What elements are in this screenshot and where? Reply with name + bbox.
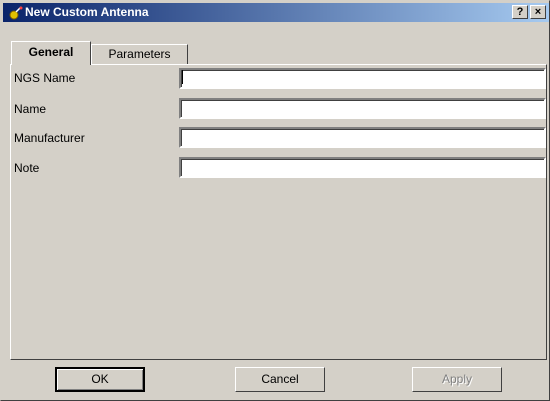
- manufacturer-label: Manufacturer: [14, 131, 85, 145]
- tab-parameters[interactable]: Parameters: [91, 44, 188, 64]
- name-field[interactable]: [179, 98, 546, 119]
- title-bar[interactable]: New Custom Antenna ? ×: [3, 3, 549, 22]
- note-label: Note: [14, 161, 40, 175]
- apply-button[interactable]: Apply: [412, 367, 502, 392]
- manufacturer-field[interactable]: [179, 127, 546, 148]
- name-label: Name: [14, 102, 47, 116]
- ngs-name-field[interactable]: [179, 68, 546, 89]
- text-caret: [182, 70, 183, 84]
- help-button[interactable]: ?: [512, 5, 528, 19]
- window-title: New Custom Antenna: [25, 5, 149, 19]
- close-button[interactable]: ×: [530, 5, 546, 19]
- note-field[interactable]: [179, 157, 546, 178]
- antenna-icon: [9, 6, 23, 20]
- ngs-name-label: NGS Name: [14, 71, 76, 85]
- ok-button[interactable]: OK: [55, 367, 145, 392]
- tab-general[interactable]: General: [11, 41, 91, 65]
- dialog-window: New Custom Antenna ? × General Parameter…: [0, 0, 550, 401]
- cancel-button[interactable]: Cancel: [235, 367, 325, 392]
